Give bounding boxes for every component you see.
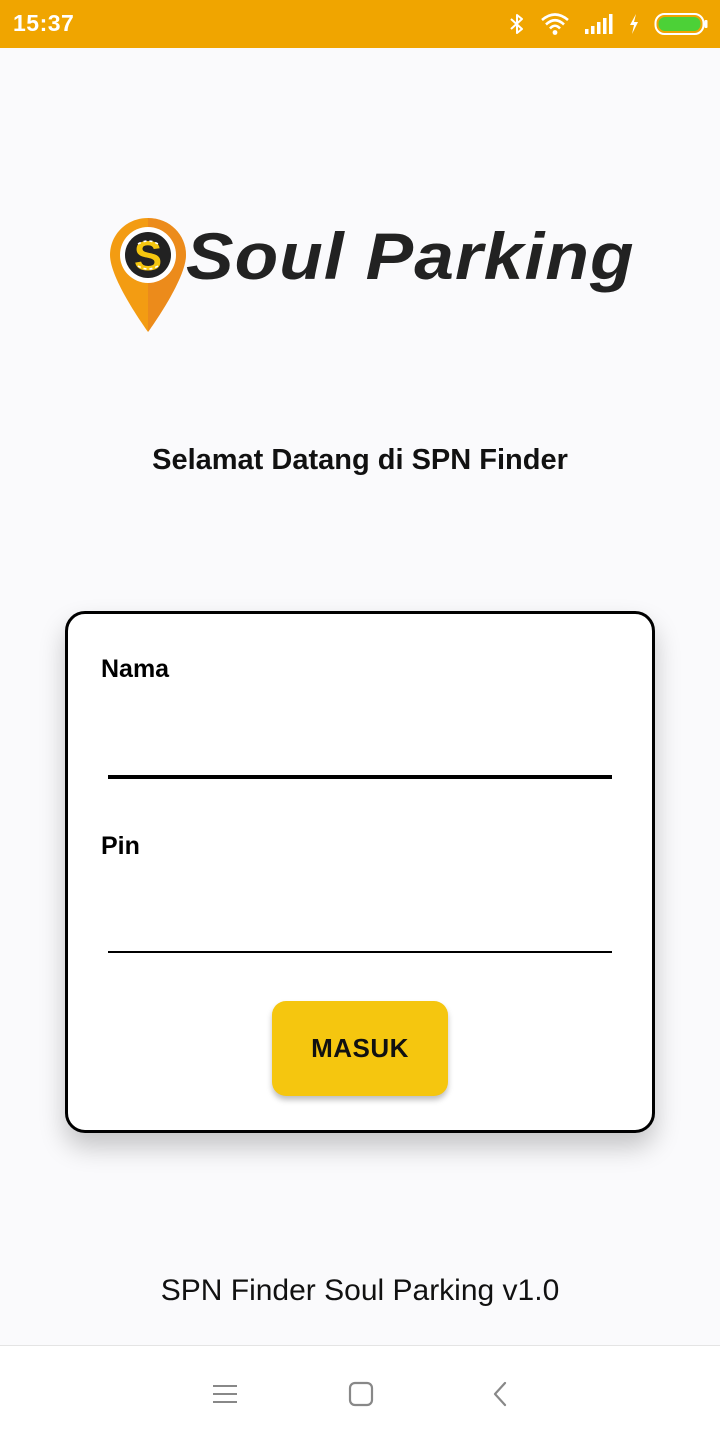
pin-input[interactable] [108,898,612,948]
back-icon[interactable] [480,1376,520,1412]
version-text: SPN Finder Soul Parking v1.0 [160,1274,560,1307]
status-icons [508,10,708,38]
pin-input-underline [108,951,612,953]
welcome-title: Selamat Datang di SPN Finder [152,444,568,476]
status-bar: 15:37 [0,0,720,48]
pin-label: Pin [101,832,140,860]
masuk-button[interactable]: MASUK [272,1001,448,1096]
location-pin-icon: S [110,218,186,332]
name-input[interactable] [108,720,612,770]
status-time: 15:37 [13,10,75,36]
svg-text:S: S [134,232,162,279]
login-card: Nama Pin MASUK [65,611,655,1133]
battery-icon [654,12,708,36]
name-input-underline [108,775,612,779]
nav-bar [0,1345,720,1441]
signal-icon [584,13,614,35]
logo-text: Soul Parking [186,219,635,293]
app-logo: S Soul Parking [108,214,634,338]
home-icon[interactable] [341,1376,381,1412]
menu-icon[interactable] [205,1376,245,1412]
bluetooth-icon [508,12,526,36]
name-label: Nama [101,655,170,683]
wifi-icon [540,12,570,36]
charging-icon [628,13,640,35]
